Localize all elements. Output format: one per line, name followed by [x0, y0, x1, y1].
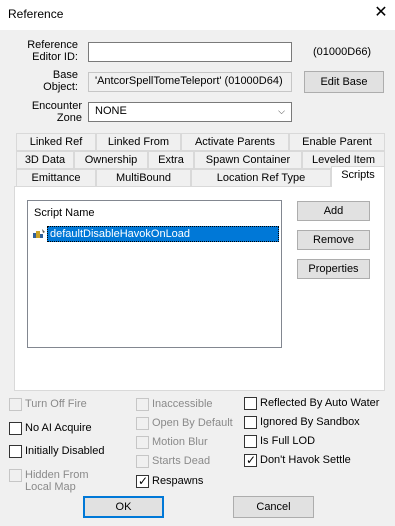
cancel-button[interactable]: Cancel [233, 496, 314, 518]
starts-dead-checkbox[interactable]: Starts Dead [136, 455, 236, 471]
open-by-default-checkbox[interactable]: Open By Default [136, 417, 236, 433]
tab-enable-parent[interactable]: Enable Parent [289, 133, 385, 151]
turn-off-fire-checkbox[interactable]: Turn Off Fire [9, 398, 119, 414]
no-ai-acquire-checkbox[interactable]: No AI Acquire [9, 422, 119, 438]
ok-button[interactable]: OK [83, 496, 164, 518]
hidden-from-local-map-checkbox[interactable]: Hidden From Local Map [9, 469, 119, 495]
inaccessible-checkbox[interactable]: Inaccessible [136, 398, 236, 414]
tab-linked-ref[interactable]: Linked Ref [16, 133, 96, 151]
script-name: defaultDisableHavokOnLoad [47, 226, 279, 242]
is-full-lod-checkbox[interactable]: Is Full LOD [244, 435, 389, 451]
edit-base-button[interactable]: Edit Base [304, 71, 384, 93]
form-id-label: (01000D66) [313, 46, 372, 58]
motion-blur-checkbox[interactable]: Motion Blur [136, 436, 236, 452]
tab-3d-data[interactable]: 3D Data [16, 151, 74, 169]
reflected-by-auto-water-checkbox[interactable]: Reflected By Auto Water [244, 397, 389, 413]
editor-id-label: Reference Editor ID: [27, 39, 78, 63]
initially-disabled-checkbox[interactable]: Initially Disabled [9, 445, 119, 461]
window-title: Reference [8, 7, 64, 21]
script-icon [33, 229, 45, 238]
add-script-button[interactable]: Add [297, 201, 370, 221]
ignored-by-sandbox-checkbox[interactable]: Ignored By Sandbox [244, 416, 389, 432]
respawns-checkbox[interactable]: ✓ Respawns [136, 474, 236, 491]
tab-location-ref-type[interactable]: Location Ref Type [191, 169, 331, 187]
dont-havok-settle-checkbox[interactable]: ✓ Don't Havok Settle [244, 453, 389, 470]
tab-scripts[interactable]: Scripts [331, 166, 385, 187]
script-list[interactable] [27, 200, 282, 348]
encounter-zone-value: NONE [95, 105, 127, 117]
properties-button[interactable]: Properties [297, 259, 370, 279]
tab-activate-parents[interactable]: Activate Parents [181, 133, 289, 151]
list-item[interactable]: defaultDisableHavokOnLoad [32, 226, 279, 242]
tab-emittance[interactable]: Emittance [16, 169, 96, 187]
base-object-label: Base Object: [43, 69, 78, 93]
chevron-down-icon: ⌵ [278, 106, 285, 116]
encounter-zone-label: Encounter Zone [31, 100, 82, 124]
editor-id-input[interactable] [88, 42, 292, 62]
tab-spawn-container[interactable]: Spawn Container [194, 151, 302, 169]
script-list-header: Script Name [34, 207, 95, 219]
encounter-zone-select[interactable]: NONE ⌵ [88, 102, 292, 122]
base-object-field: 'AntcorSpellTomeTeleport' (01000D64) [88, 72, 292, 92]
tab-multibound[interactable]: MultiBound [96, 169, 191, 187]
close-icon[interactable]: ✕ [372, 3, 390, 23]
tab-extra[interactable]: Extra [148, 151, 194, 169]
tab-ownership[interactable]: Ownership [74, 151, 148, 169]
remove-script-button[interactable]: Remove [297, 230, 370, 250]
tab-linked-from[interactable]: Linked From [96, 133, 181, 151]
